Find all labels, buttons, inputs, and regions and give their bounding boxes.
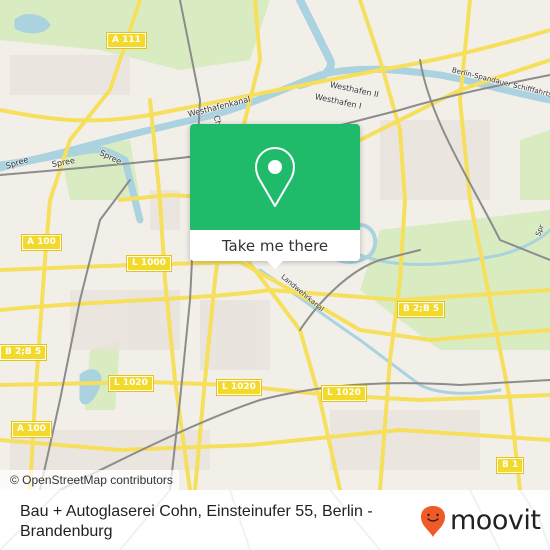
moovit-logo[interactable]: moovit (418, 504, 541, 538)
moovit-wordmark: moovit (450, 505, 541, 536)
road-shield-l1020: L 1020 (321, 385, 367, 402)
road-shield-l1020: L 1020 (216, 379, 262, 396)
road-shield-b2-b5: B 2;B 5 (396, 301, 446, 318)
popup-header (190, 124, 360, 230)
moovit-pin-icon (421, 506, 445, 537)
river-branch (296, 0, 335, 89)
road-shield-b1: B 1 (495, 457, 525, 474)
place-title: Bau + Autoglaserei Cohn, Einsteinufer 55… (20, 503, 373, 540)
footer: Bau + Autoglaserei Cohn, Einsteinufer 55… (0, 490, 550, 550)
map-attribution[interactable]: © OpenStreetMap contributors (0, 470, 179, 490)
park-tiergarten (360, 210, 550, 350)
urban-block (330, 410, 480, 470)
road-shield-b2-b5: B 2;B 5 (0, 344, 48, 361)
road-shield-a100: A 100 (11, 421, 52, 438)
road-shield-l1000: L 1000 (126, 255, 172, 272)
road-shield-a111: A 111 (106, 32, 147, 49)
popup-pointer (266, 260, 284, 269)
location-popup: Take me there (190, 124, 360, 269)
road-shield-l1020: L 1020 (108, 375, 154, 392)
map-view[interactable]: A 111 A 100 L 1000 B 2;B 5 L 1020 L 1020… (0, 0, 550, 490)
road-shield-a100: A 100 (21, 234, 62, 251)
park-area (520, 130, 550, 200)
take-me-there-button[interactable]: Take me there (190, 230, 360, 261)
location-pin-icon (255, 147, 295, 207)
